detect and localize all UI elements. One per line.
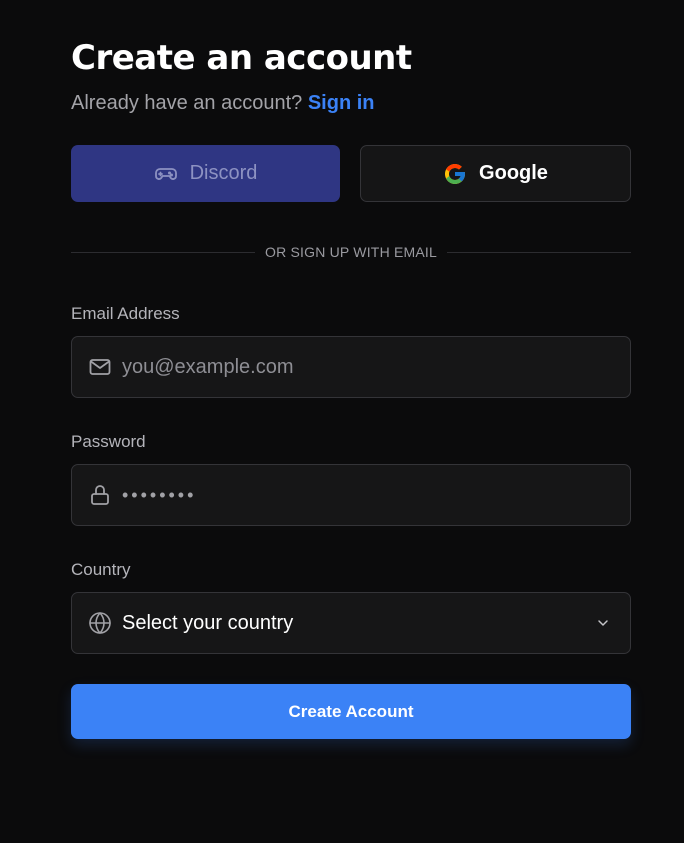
password-field[interactable]	[71, 464, 631, 526]
mail-icon	[88, 355, 112, 379]
email-field[interactable]	[71, 336, 631, 398]
google-button-label: Google	[479, 162, 548, 184]
discord-button[interactable]: Discord	[71, 145, 340, 202]
google-button[interactable]: Google	[360, 145, 631, 202]
discord-button-label: Discord	[189, 162, 258, 184]
signin-prompt-text: Already have an account?	[71, 92, 303, 114]
gamepad-icon	[154, 162, 178, 186]
password-label: Password	[71, 432, 146, 451]
google-g-icon	[443, 162, 467, 186]
divider-text: OR SIGN UP WITH EMAIL	[265, 244, 437, 260]
lock-icon	[88, 483, 112, 507]
country-label: Country	[71, 560, 131, 579]
chevron-down-icon[interactable]	[591, 611, 615, 635]
signin-prompt: Already have an account? Sign in	[71, 90, 631, 116]
signup-form-container: Create an account Already have an accoun…	[71, 36, 631, 739]
globe-icon	[88, 611, 112, 635]
signup-page: Create an account Already have an accoun…	[0, 0, 684, 843]
email-label: Email Address	[71, 304, 180, 323]
divider: OR SIGN UP WITH EMAIL	[71, 244, 631, 260]
divider-line-left	[71, 251, 256, 253]
social-login-row: Discord Google	[71, 145, 631, 202]
email-input[interactable]	[122, 355, 615, 379]
country-select[interactable]: Select your country	[71, 592, 631, 654]
signin-link[interactable]: Sign in	[308, 92, 375, 114]
page-title: Create an account	[71, 38, 412, 78]
divider-line-right	[446, 251, 631, 253]
country-select-value: Select your country	[122, 611, 294, 634]
password-input[interactable]	[122, 484, 615, 506]
create-account-button[interactable]: Create Account	[71, 684, 631, 739]
